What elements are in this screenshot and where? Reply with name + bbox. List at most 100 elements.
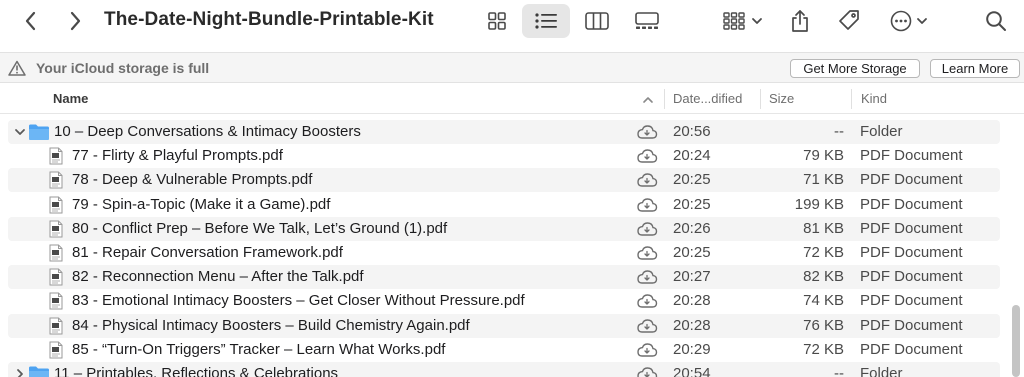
more-actions-button[interactable]	[884, 4, 934, 38]
column-view-button[interactable]	[578, 4, 616, 38]
group-grid-icon	[723, 12, 745, 30]
date-modified: 20:54	[673, 365, 711, 377]
pdf-file-icon	[48, 292, 64, 310]
column-header: Name Date...dified Size Kind	[0, 84, 1024, 114]
file-row[interactable]: 78 - Deep & Vulnerable Prompts.pdf 20:25 7…	[8, 168, 1000, 193]
pdf-file-icon	[48, 317, 64, 335]
icloud-download-icon[interactable]	[636, 221, 658, 237]
warning-icon	[8, 60, 26, 76]
icloud-download-icon[interactable]	[636, 269, 658, 285]
window-title: The-Date-Night-Bundle-Printable-Kit	[104, 9, 434, 30]
file-name: 79 - Spin-a-Topic (Make it a Game).pdf	[72, 195, 331, 213]
file-name: 82 - Reconnection Menu – After the Talk.…	[72, 268, 364, 286]
pdf-file-icon	[48, 341, 64, 359]
icloud-download-icon[interactable]	[636, 172, 658, 188]
back-button[interactable]	[18, 4, 44, 38]
icloud-storage-banner: Your iCloud storage is full Get More Sto…	[0, 52, 1024, 83]
folder-row[interactable]: 11 – Printables, Reflections & Celebrati…	[8, 362, 1000, 377]
file-row[interactable]: 83 - Emotional Intimacy Boosters – Get C…	[8, 289, 1000, 313]
list-view-button[interactable]	[522, 4, 570, 38]
file-name: 85 - “Turn-On Triggers” Tracker – Learn …	[72, 340, 446, 358]
share-icon	[792, 10, 808, 32]
file-name: 81 - Repair Conversation Framework.pdf	[72, 244, 343, 261]
date-modified: 20:28	[673, 316, 711, 334]
folder-name: 10 – Deep Conversations & Intimacy Boost…	[54, 123, 361, 140]
file-kind: Folder	[860, 123, 903, 140]
file-size: 76 KB	[803, 316, 844, 334]
file-kind: PDF Document	[860, 268, 963, 286]
pdf-file-icon	[48, 147, 64, 165]
toolbar: The-Date-Night-Bundle-Printable-Kit	[0, 0, 1024, 45]
column-divider[interactable]	[851, 89, 852, 109]
disclosure-collapsed-icon[interactable]	[12, 366, 28, 377]
kind-column-header[interactable]: Kind	[861, 91, 887, 106]
file-row[interactable]: 85 - “Turn-On Triggers” Tracker – Learn …	[8, 338, 1000, 362]
file-size: 82 KB	[803, 268, 844, 286]
file-size: 74 KB	[803, 292, 844, 310]
date-column-header[interactable]: Date...dified	[673, 91, 742, 106]
learn-more-button[interactable]: Learn More	[930, 59, 1020, 78]
pdf-file-icon	[48, 196, 64, 214]
date-modified: 20:26	[673, 219, 711, 237]
gallery-icon	[635, 12, 659, 29]
grid-icon	[488, 12, 506, 30]
icloud-message: Your iCloud storage is full	[36, 60, 210, 76]
folder-row[interactable]: 10 – Deep Conversations & Intimacy Boost…	[8, 120, 1000, 144]
pdf-file-icon	[48, 268, 64, 286]
search-button[interactable]	[982, 4, 1010, 38]
group-by-button[interactable]	[718, 4, 768, 38]
icloud-download-icon[interactable]	[636, 342, 658, 358]
column-divider[interactable]	[664, 89, 665, 109]
chevron-right-icon	[70, 11, 81, 31]
tags-button[interactable]	[834, 4, 864, 38]
date-modified: 20:27	[673, 268, 711, 286]
icon-view-button[interactable]	[478, 4, 516, 38]
file-name: 78 - Deep & Vulnerable Prompts.pdf	[72, 171, 313, 189]
icloud-download-icon[interactable]	[636, 148, 658, 164]
pdf-file-icon	[48, 220, 64, 238]
folder-icon	[28, 365, 50, 377]
size-column-header[interactable]: Size	[769, 91, 794, 106]
file-size: 72 KB	[803, 340, 844, 358]
forward-button[interactable]	[62, 4, 88, 38]
date-modified: 20:25	[673, 244, 711, 261]
file-size: 199 KB	[794, 195, 844, 213]
file-row[interactable]: 79 - Spin-a-Topic (Make it a Game).pdf 20…	[8, 193, 1000, 217]
file-row[interactable]: 81 - Repair Conversation Framework.pdf 20…	[8, 241, 1000, 265]
disclosure-expanded-icon[interactable]	[12, 124, 28, 140]
file-row[interactable]: 84 - Physical Intimacy Boosters – Build …	[8, 313, 1000, 338]
icloud-download-icon[interactable]	[636, 318, 658, 334]
sort-ascending-icon[interactable]	[642, 95, 654, 104]
file-kind: PDF Document	[860, 219, 963, 237]
chevron-down-icon	[917, 18, 927, 24]
icloud-download-icon[interactable]	[636, 245, 658, 261]
icloud-download-icon[interactable]	[636, 197, 658, 213]
tag-icon	[839, 10, 859, 30]
date-modified: 20:25	[673, 195, 711, 213]
file-name: 84 - Physical Intimacy Boosters – Build …	[72, 316, 470, 334]
date-modified: 20:24	[673, 147, 711, 165]
file-kind: Folder	[860, 365, 903, 377]
gallery-view-button[interactable]	[628, 4, 666, 38]
file-size: --	[834, 123, 844, 140]
pdf-file-icon	[48, 171, 64, 189]
vertical-scrollbar[interactable]	[1012, 305, 1020, 377]
icloud-download-icon[interactable]	[636, 124, 658, 140]
date-modified: 20:56	[673, 123, 711, 140]
file-size: 81 KB	[803, 219, 844, 237]
file-row[interactable]: 77 - Flirty & Playful Prompts.pdf 20:24 79…	[8, 144, 1000, 168]
column-divider[interactable]	[760, 89, 761, 109]
file-kind: PDF Document	[860, 244, 963, 261]
date-modified: 20:29	[673, 340, 711, 358]
get-more-storage-button[interactable]: Get More Storage	[790, 59, 920, 78]
pdf-file-icon	[48, 244, 64, 262]
file-row[interactable]: 80 - Conflict Prep – Before We Talk, Let…	[8, 216, 1000, 241]
file-kind: PDF Document	[860, 171, 963, 189]
icloud-download-icon[interactable]	[636, 293, 658, 309]
file-row[interactable]: 82 - Reconnection Menu – After the Talk.…	[8, 265, 1000, 290]
icloud-download-icon[interactable]	[636, 366, 658, 377]
share-button[interactable]	[786, 4, 814, 38]
folder-icon	[28, 123, 50, 141]
name-column-header[interactable]: Name	[53, 91, 88, 106]
search-icon	[986, 11, 1006, 31]
